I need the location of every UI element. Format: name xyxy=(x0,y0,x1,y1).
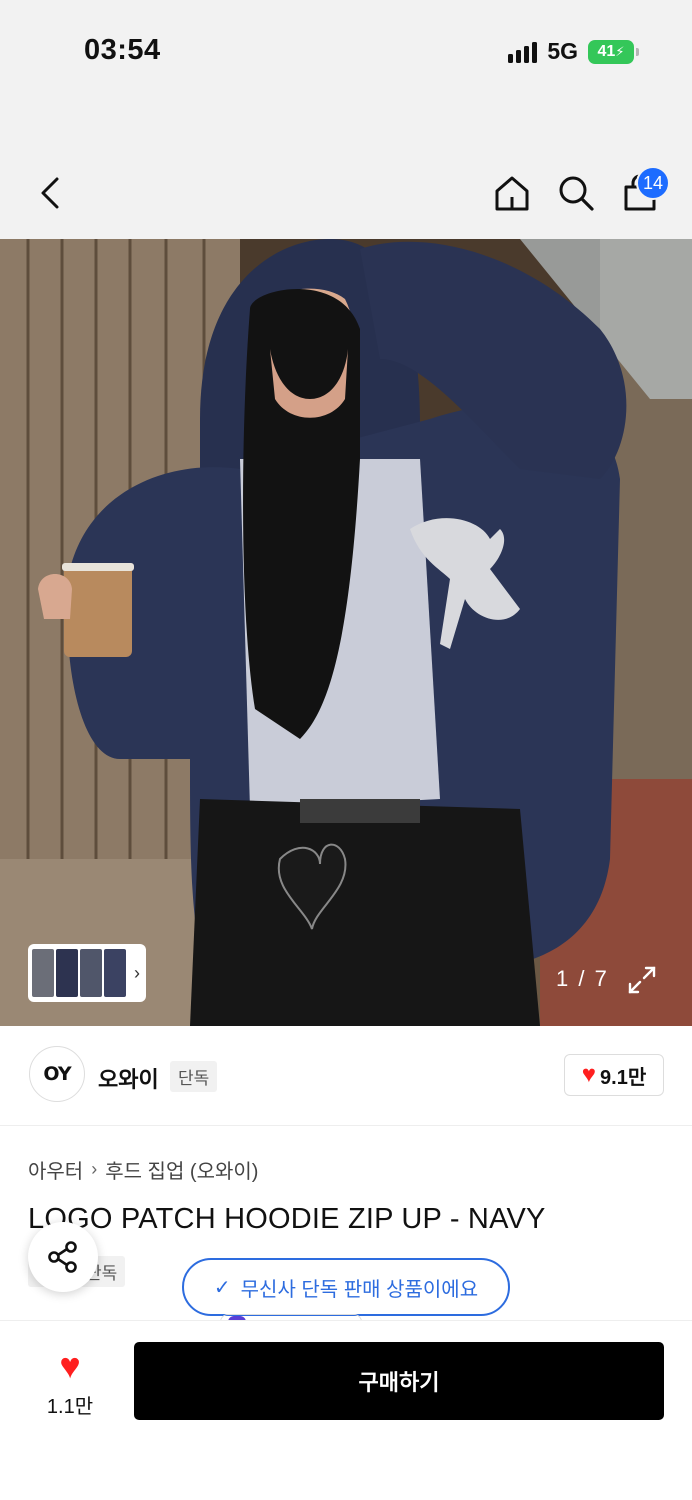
buy-button[interactable]: 구매하기 xyxy=(134,1342,664,1420)
chevron-right-icon: › xyxy=(134,962,140,983)
product-photo-illustration xyxy=(0,239,692,1026)
top-nav-bar: 14 xyxy=(0,105,692,239)
thumbnail[interactable] xyxy=(32,949,54,997)
brand-name[interactable]: 오와이 xyxy=(98,1062,159,1094)
brand-row: OY 오와이 단독 ♥ 9.1만 xyxy=(0,1026,692,1126)
image-counter: 1 / 7 xyxy=(556,966,609,991)
bottom-purchase-bar: ♥ 1.1만 구매하기 xyxy=(0,1320,692,1500)
exclusive-notice-pill[interactable]: ✓ 무신사 단독 판매 상품이에요 xyxy=(182,1258,510,1316)
battery-level: 41 xyxy=(597,42,616,60)
back-icon[interactable] xyxy=(32,173,68,213)
breadcrumb-category[interactable]: 아우터 xyxy=(28,1155,83,1184)
search-icon[interactable] xyxy=(554,171,598,215)
breadcrumb: 아우터 › 후드 집업 (오와이) xyxy=(28,1155,258,1184)
heart-icon: ♥ xyxy=(581,1061,597,1088)
share-icon xyxy=(48,1241,77,1273)
wishlist-button[interactable]: ♥ 1.1만 xyxy=(36,1341,104,1425)
cart-count-badge: 14 xyxy=(636,166,670,200)
product-title: LOGO PATCH HOODIE ZIP UP - NAVY xyxy=(28,1203,546,1235)
status-indicators: 5G 41 ⚡ xyxy=(508,38,639,65)
thumbnail[interactable] xyxy=(104,949,126,997)
exclusive-notice-text: 무신사 단독 판매 상품이에요 xyxy=(240,1278,479,1301)
thumbnail[interactable] xyxy=(56,949,78,997)
brand-logo[interactable]: OY xyxy=(29,1046,85,1102)
brand-like-button[interactable]: ♥ 9.1만 xyxy=(564,1054,664,1096)
share-button[interactable] xyxy=(28,1222,98,1292)
heart-icon: ♥ xyxy=(59,1344,81,1386)
check-icon: ✓ xyxy=(213,1276,231,1299)
network-type: 5G xyxy=(547,38,578,64)
brand-like-count: 9.1만 xyxy=(600,1066,647,1089)
cellular-signal-icon xyxy=(508,41,538,63)
chevron-right-icon: › xyxy=(91,1159,98,1179)
status-time: 03:54 xyxy=(84,34,161,66)
wishlist-count: 1.1만 xyxy=(46,1395,94,1418)
expand-icon[interactable] xyxy=(626,964,658,996)
thumbnail[interactable] xyxy=(80,949,102,997)
gallery-thumbnail-strip[interactable]: › xyxy=(28,944,146,1002)
home-icon[interactable] xyxy=(490,171,534,215)
battery-icon: 41 ⚡ xyxy=(588,39,639,64)
breadcrumb-subcategory[interactable]: 후드 집업 (오와이) xyxy=(105,1155,258,1184)
exclusive-tag: 단독 xyxy=(170,1061,218,1092)
product-image[interactable] xyxy=(0,239,692,1026)
status-bar: 03:54 5G 41 ⚡ xyxy=(0,0,692,105)
